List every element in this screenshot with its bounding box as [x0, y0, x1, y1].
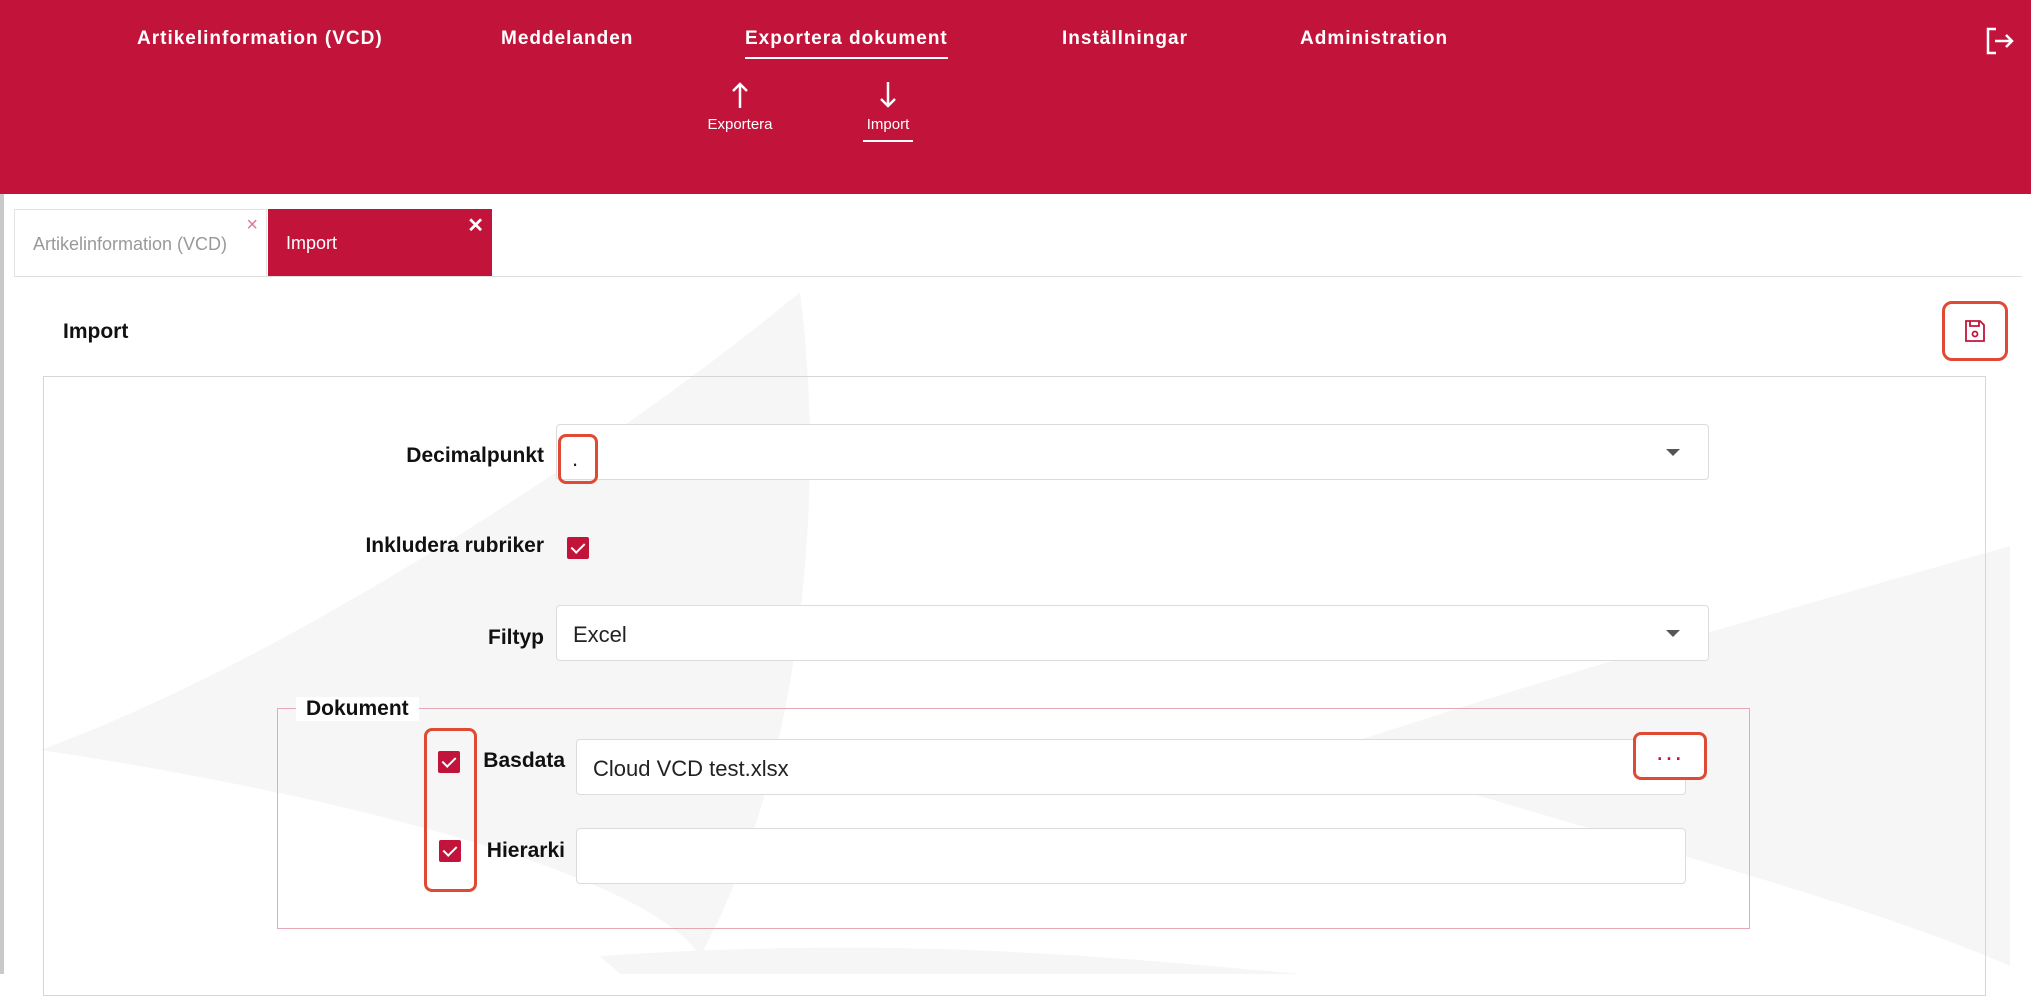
filetype-label: Filtyp	[488, 626, 544, 649]
browse-file-button[interactable]: ...	[1633, 732, 1707, 780]
tab-import-label: Import	[286, 233, 338, 253]
hierarki-checkbox[interactable]	[439, 840, 461, 862]
subnav-import-label: Import	[843, 116, 933, 142]
nav-item-exportera-dokument[interactable]: Exportera dokument	[745, 28, 948, 59]
chevron-down-icon	[1666, 630, 1680, 637]
chevron-down-icon	[1666, 449, 1680, 456]
save-icon	[1965, 320, 1985, 342]
include-headers-checkbox[interactable]	[567, 537, 589, 559]
page-title: Import	[63, 320, 129, 343]
filetype-select[interactable]: Excel	[556, 605, 1709, 661]
subnav-export-label: Exportera	[707, 116, 773, 133]
hierarki-label: Hierarki	[486, 839, 565, 862]
hierarki-file-field[interactable]	[576, 828, 1686, 884]
decimal-value: .	[572, 446, 579, 471]
nav-item-artikelinformation[interactable]: Artikelinformation (VCD)	[137, 28, 383, 50]
basdata-file-field[interactable]: Cloud VCD test.xlsx	[576, 739, 1686, 795]
documents-legend: Dokument	[296, 697, 419, 721]
basdata-label: Basdata	[483, 749, 565, 772]
close-icon[interactable]: ×	[246, 214, 258, 237]
nav-item-meddelanden[interactable]: Meddelanden	[501, 28, 633, 50]
subnav-import[interactable]: Import	[843, 80, 933, 142]
logout-icon[interactable]	[1984, 26, 2014, 56]
tab-artikelinformation-label: Artikelinformation (VCD)	[33, 234, 228, 254]
content-left-border	[0, 194, 4, 974]
save-button[interactable]	[1942, 301, 2008, 361]
tabstrip-divider	[14, 276, 2022, 277]
tab-import[interactable]: Import ✕	[268, 209, 492, 277]
decimal-label: Decimalpunkt	[406, 444, 544, 467]
top-navigation-bar: Artikelinformation (VCD) Meddelanden Exp…	[0, 0, 2031, 194]
basdata-checkbox[interactable]	[438, 751, 460, 773]
download-arrow-icon	[880, 82, 896, 108]
basdata-file-value: Cloud VCD test.xlsx	[593, 756, 789, 781]
include-headers-label: Inkludera rubriker	[365, 534, 544, 557]
subnav-export[interactable]: Exportera	[695, 80, 785, 133]
close-icon[interactable]: ✕	[467, 213, 484, 238]
nav-item-installningar[interactable]: Inställningar	[1062, 28, 1188, 50]
nav-item-administration[interactable]: Administration	[1300, 28, 1448, 50]
decimal-select[interactable]	[556, 424, 1709, 480]
upload-arrow-icon	[732, 82, 748, 108]
tab-artikelinformation[interactable]: Artikelinformation (VCD) ×	[14, 209, 267, 277]
filetype-value: Excel	[573, 622, 627, 647]
